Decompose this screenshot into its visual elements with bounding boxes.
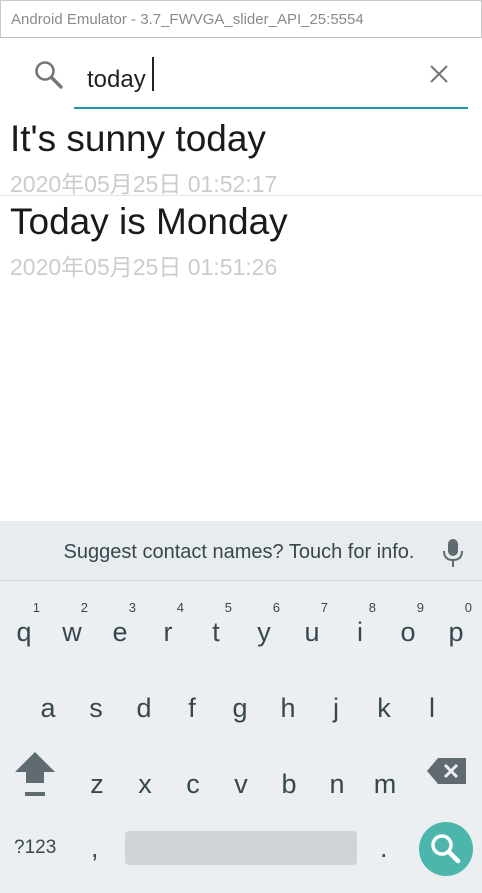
key-letter: m [373, 769, 397, 799]
key-hint: 5 [224, 600, 232, 615]
key-r[interactable]: 4r [144, 591, 192, 661]
search-input[interactable] [74, 53, 468, 109]
search-icon [431, 834, 461, 864]
key-letter: g [232, 693, 248, 723]
key-z[interactable]: z [73, 743, 121, 813]
key-letter: c [186, 769, 200, 799]
key-letter: y [257, 617, 271, 647]
key-letter: z [90, 769, 104, 799]
key-letter: t [212, 617, 220, 647]
key-letter: i [357, 617, 363, 647]
key-i[interactable]: 8i [336, 591, 384, 661]
key-hint: 0 [464, 600, 472, 615]
key-n[interactable]: n [313, 743, 361, 813]
key-letter: d [136, 693, 152, 723]
key-hint: 3 [128, 600, 136, 615]
key-e[interactable]: 3e [96, 591, 144, 661]
key-v[interactable]: v [217, 743, 265, 813]
key-letter: h [280, 693, 296, 723]
search-icon[interactable] [33, 59, 65, 91]
result-title: Today is Monday [10, 201, 288, 242]
key-f[interactable]: f [168, 667, 216, 737]
key-x[interactable]: x [121, 743, 169, 813]
key-hint: 1 [32, 600, 40, 615]
key-g[interactable]: g [216, 667, 264, 737]
suggestion-text: Suggest contact names? Touch for info. [63, 541, 415, 563]
search-bar [0, 39, 482, 113]
close-icon[interactable] [427, 62, 451, 86]
key-letter: r [163, 617, 173, 647]
result-date: 2020年05月25日 01:52:17 [10, 171, 278, 197]
key-hint: 9 [416, 600, 424, 615]
window-titlebar: Android Emulator - 3.7_FWVGA_slider_API_… [0, 0, 482, 38]
key-l[interactable]: l [408, 667, 456, 737]
key-d[interactable]: d [120, 667, 168, 737]
key-letter: j [333, 693, 339, 723]
period-key[interactable]: . [380, 833, 388, 864]
window-title: Android Emulator - 3.7_FWVGA_slider_API_… [11, 11, 364, 28]
key-w[interactable]: 2w [48, 591, 96, 661]
key-letter: u [304, 617, 320, 647]
shift-icon[interactable] [12, 750, 58, 800]
key-h[interactable]: h [264, 667, 312, 737]
key-s[interactable]: s [72, 667, 120, 737]
key-hint: 8 [368, 600, 376, 615]
backspace-icon[interactable] [426, 755, 468, 787]
key-letter: s [89, 693, 103, 723]
key-letter: e [112, 617, 128, 647]
symbols-key[interactable]: ?123 [14, 837, 56, 859]
key-u[interactable]: 7u [288, 591, 336, 661]
suggestion-strip[interactable]: Suggest contact names? Touch for info. [0, 521, 482, 581]
key-hint: 2 [80, 600, 88, 615]
space-key[interactable] [125, 831, 357, 865]
key-hint: 4 [176, 600, 184, 615]
key-p[interactable]: 0p [432, 591, 480, 661]
key-m[interactable]: m [361, 743, 409, 813]
comma-key[interactable]: , [91, 833, 99, 864]
key-t[interactable]: 5t [192, 591, 240, 661]
key-a[interactable]: a [24, 667, 72, 737]
key-k[interactable]: k [360, 667, 408, 737]
key-hint: 7 [320, 600, 328, 615]
key-letter: b [281, 769, 297, 799]
list-item[interactable]: It's sunny today 2020年05月25日 01:52:17 [0, 113, 482, 197]
result-date: 2020年05月25日 01:51:26 [10, 254, 278, 280]
key-b[interactable]: b [265, 743, 313, 813]
soft-keyboard: Suggest contact names? Touch for info. 1… [0, 521, 482, 893]
key-letter: q [16, 617, 32, 647]
key-q[interactable]: 1q [0, 591, 48, 661]
key-c[interactable]: c [169, 743, 217, 813]
list-item[interactable]: Today is Monday 2020年05月25日 01:51:26 [0, 196, 482, 282]
key-j[interactable]: j [312, 667, 360, 737]
key-letter: p [448, 617, 464, 647]
key-letter: o [400, 617, 416, 647]
key-letter: a [40, 693, 56, 723]
result-title: It's sunny today [10, 118, 266, 159]
text-cursor [152, 57, 154, 91]
results-list: It's sunny today 2020年05月25日 01:52:17 To… [0, 113, 482, 282]
key-hint: 6 [272, 600, 280, 615]
key-letter: f [188, 693, 196, 723]
key-letter: n [329, 769, 345, 799]
key-letter: x [138, 769, 152, 799]
key-o[interactable]: 9o [384, 591, 432, 661]
microphone-icon[interactable] [441, 538, 465, 568]
key-letter: w [62, 617, 82, 647]
key-letter: l [429, 693, 435, 723]
key-letter: k [377, 693, 391, 723]
search-action-key[interactable] [419, 822, 473, 876]
key-letter: v [234, 769, 248, 799]
key-y[interactable]: 6y [240, 591, 288, 661]
